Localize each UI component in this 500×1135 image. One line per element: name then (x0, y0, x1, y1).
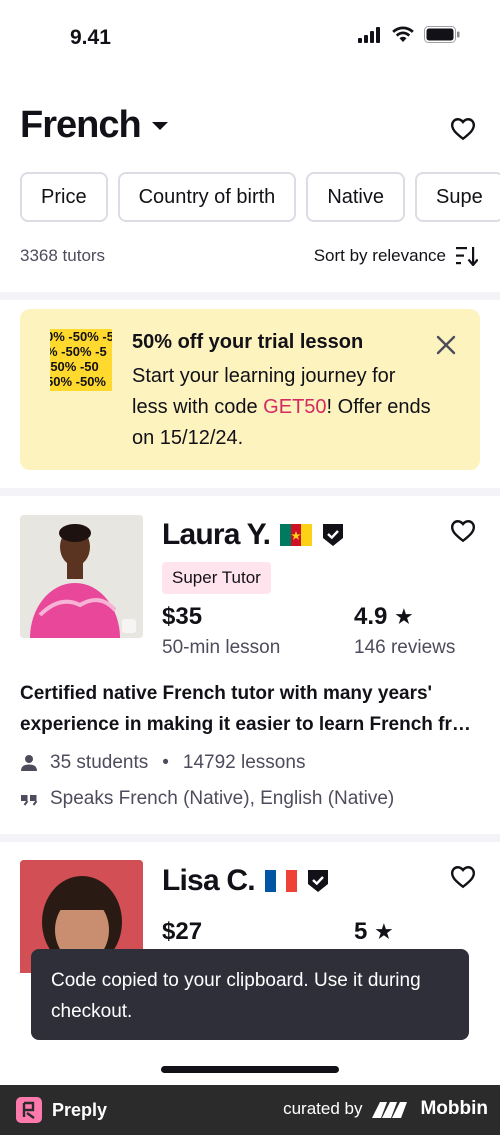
student-count: 35 students (50, 752, 149, 773)
status-time: 9.41 (70, 26, 111, 49)
section-divider (0, 488, 500, 496)
lesson-duration: 50-min lesson (162, 637, 281, 658)
tutor-photo (20, 515, 143, 638)
promo-image: 0% -50% -5 % -50% -5 -50% -50 50% -50% (50, 329, 112, 391)
promo-image-text: 0% -50% -5 (50, 329, 112, 344)
super-tutor-badge: Super Tutor (162, 562, 271, 594)
description-line: Certified native French tutor with many … (20, 683, 433, 704)
separator-dot: • (162, 752, 169, 773)
heart-icon[interactable] (450, 518, 476, 544)
filter-native[interactable]: Native (306, 172, 406, 222)
mobbin-name: Mobbin (420, 1098, 488, 1119)
lesson-count: 14792 lessons (182, 752, 306, 773)
france-flag-icon (264, 870, 297, 892)
page-title: French (20, 104, 142, 146)
curated-by: curated by Mobbin (283, 1098, 488, 1120)
tutor-rating: 4.9 ★ (354, 603, 412, 631)
promo-image-text: -50% -50 (50, 359, 99, 374)
rating-value: 4.9 (354, 603, 388, 630)
wifi-icon (392, 26, 414, 42)
tutor-languages: Speaks French (Native), English (Native) (20, 788, 394, 810)
tutor-name: Lisa C. (162, 864, 256, 897)
promo-banner: 0% -50% -5 % -50% -5 -50% -50 50% -50% 5… (20, 309, 480, 470)
promo-image-text: 50% -50% (50, 374, 106, 389)
person-icon (21, 755, 37, 771)
promo-title: 50% off your trial lesson (132, 331, 364, 353)
promo-body: Start your learning journey for less wit… (132, 361, 432, 454)
home-indicator[interactable] (161, 1066, 339, 1073)
app-brand: Preply (16, 1097, 107, 1123)
filter-country-of-birth[interactable]: Country of birth (117, 172, 297, 222)
sort-button[interactable]: Sort by relevance (314, 246, 478, 266)
battery-icon (424, 26, 460, 43)
app-name: Preply (52, 1099, 108, 1120)
mobbin-logo-icon (372, 1102, 408, 1118)
tutor-name: Laura Y. (162, 518, 271, 551)
sort-label: Sort by relevance (313, 246, 446, 265)
verified-icon (307, 870, 328, 892)
quote-icon (21, 795, 38, 806)
tutor-name-row: Lisa C. (162, 864, 329, 898)
status-bar: 9.41 (0, 0, 500, 76)
cameroon-flag-icon (280, 524, 313, 546)
languages-spoken: Speaks French (Native), English (Native) (50, 788, 395, 809)
sort-icon (456, 247, 478, 266)
description-line: experience in making it easier to learn … (20, 714, 471, 735)
results-meta: 3368 tutors Sort by relevance (20, 246, 478, 266)
curated-by-label: curated by (283, 1099, 363, 1118)
tutor-price: $35 (162, 603, 203, 630)
promo-image-text: % -50% -5 (50, 344, 107, 359)
tutor-count: 3368 tutors (20, 246, 106, 265)
language-selector[interactable]: French (20, 104, 169, 147)
star-icon: ★ (395, 606, 413, 628)
brand-bar: Preply curated by Mobbin (0, 1085, 500, 1135)
heart-icon[interactable] (450, 864, 476, 890)
section-divider (0, 834, 500, 842)
close-icon[interactable] (436, 335, 456, 355)
caret-down-icon (151, 121, 168, 130)
preply-logo-icon (16, 1097, 42, 1123)
tutor-price: $27 (162, 918, 203, 945)
verified-icon (323, 524, 344, 546)
tutor-card[interactable]: Laura Y. Super Tutor $35 50-min lesson 4… (0, 496, 500, 834)
status-icons (358, 26, 460, 43)
signal-icon (358, 26, 380, 43)
promo-code[interactable]: GET50 (263, 396, 326, 418)
heart-icon[interactable] (450, 116, 476, 142)
tutor-stats: 35 students • 14792 lessons (20, 752, 305, 774)
review-count: 146 reviews (354, 637, 456, 658)
section-divider (0, 292, 500, 300)
star-icon: ★ (375, 921, 393, 943)
filter-chips: Price Country of birth Native Supe (20, 172, 500, 222)
tutor-rating: 5 ★ (354, 918, 392, 946)
tutor-description: Certified native French tutor with many … (20, 678, 480, 740)
filter-price[interactable]: Price (20, 172, 108, 222)
rating-value: 5 (354, 918, 368, 945)
toast-message: Code copied to your clipboard. Use it du… (31, 949, 469, 1040)
tutor-name-row: Laura Y. (162, 518, 344, 552)
filter-super-tutor[interactable]: Supe (415, 172, 500, 222)
